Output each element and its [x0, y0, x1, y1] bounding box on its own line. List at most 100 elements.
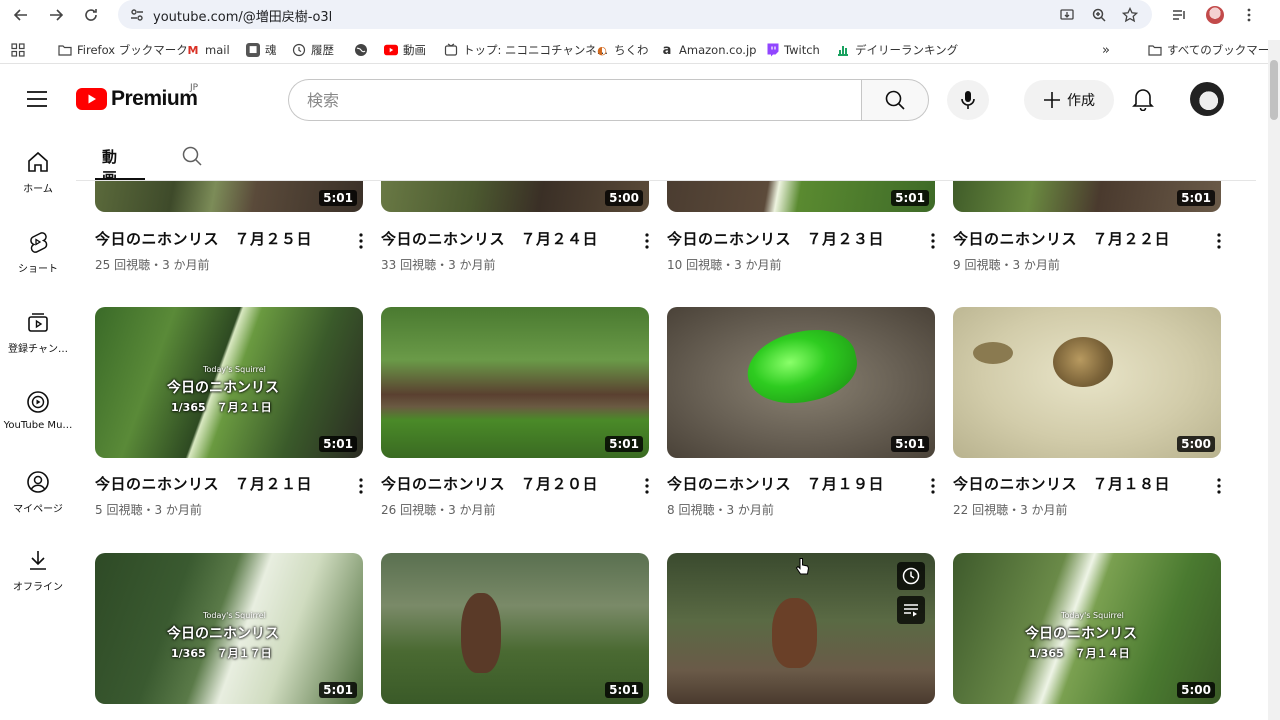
thumbnail-overlay-title: 今日のニホンリス [167, 380, 279, 396]
bookmark-label: 履歴 [311, 43, 334, 57]
bookmark-tamashii[interactable]: ■ 魂 [246, 41, 277, 59]
ranking-icon [836, 43, 850, 57]
video-title[interactable]: 今日のニホンリス ７月２４日 [381, 228, 598, 249]
youtube-premium-logo[interactable]: Premium [76, 87, 198, 111]
bookmark-label: 動画 [403, 43, 426, 57]
amazon-icon: a [662, 42, 672, 58]
video-menu-button[interactable] [351, 476, 371, 496]
video-duration: 5:00 [1177, 682, 1215, 698]
guide-menu-button[interactable] [26, 89, 48, 113]
video-duration: 5:01 [319, 190, 357, 206]
search-input[interactable] [289, 80, 862, 120]
video-thumbnail[interactable]: 5:00 [953, 307, 1221, 458]
voice-search-button[interactable] [947, 80, 989, 120]
video-thumbnail[interactable]: 5:01 [953, 181, 1221, 212]
all-bookmarks[interactable]: すべてのブックマーク [1148, 41, 1280, 59]
bookmark-amazon[interactable]: a Amazon.co.jp [660, 41, 757, 59]
bell-icon [1132, 89, 1154, 112]
bookmark-globe[interactable] [354, 41, 368, 59]
forward-button[interactable] [44, 3, 68, 27]
video-thumbnail[interactable]: 5:01 [381, 553, 649, 704]
video-menu-button[interactable] [923, 476, 943, 496]
profile-button[interactable] [1204, 4, 1226, 26]
create-button[interactable]: 作成 [1024, 80, 1114, 120]
thumbnail-overlay-subtitle: Today's Squirrel [1061, 611, 1124, 620]
more-vert-icon [645, 478, 649, 494]
bookmark-mail[interactable]: M mail [186, 41, 230, 59]
site-settings-icon[interactable] [129, 7, 145, 23]
browser-toolbar: youtube.com/@増田戻樹-o3l [0, 0, 1280, 30]
video-thumbnail[interactable]: 5:01 [95, 181, 363, 212]
page-scrollbar[interactable] [1268, 40, 1280, 720]
add-to-queue-button[interactable] [897, 596, 925, 624]
bookmark-firefox[interactable]: Firefox ブックマーク [58, 41, 188, 59]
youtube-header: Premium JP 作成 [0, 70, 1280, 130]
reload-button[interactable] [79, 3, 103, 27]
apps-button[interactable] [11, 41, 25, 59]
video-menu-button[interactable] [351, 231, 371, 251]
thumbnail-overlay-date: 1/365 ７月１７日 [171, 647, 272, 660]
bookmark-niconico[interactable]: トップ: ニコニコチャンネ… [444, 41, 608, 59]
video-title[interactable]: 今日のニホンリス ７月２５日 [95, 228, 312, 249]
video-thumbnail[interactable]: 5:00 [381, 181, 649, 212]
video-title[interactable]: 今日のニホンリス ７月２２日 [953, 228, 1170, 249]
video-grid: 5:01 今日のニホンリス ７月２５日 25 回視聴・3 か月前 5:00 今日… [0, 181, 1280, 720]
video-duration: 5:01 [891, 190, 929, 206]
browser-menu-button[interactable] [1238, 4, 1260, 26]
bookmark-history[interactable]: 履歴 [292, 41, 334, 59]
video-menu-button[interactable] [637, 231, 657, 251]
video-title[interactable]: 今日のニホンリス ７月２３日 [667, 228, 884, 249]
account-avatar[interactable] [1190, 82, 1224, 116]
video-thumbnail[interactable]: Today's Squirrel 今日のニホンリス 1/365 ７月１４日 5:… [953, 553, 1221, 704]
bookmark-star-button[interactable] [1119, 4, 1141, 26]
tab-search-button[interactable] [1168, 4, 1190, 26]
reading-list-icon [1173, 10, 1185, 20]
bookmark-ranking[interactable]: デイリーランキング [836, 41, 958, 59]
create-label: 作成 [1067, 93, 1095, 109]
url-text[interactable]: youtube.com/@増田戻樹-o3l [153, 6, 332, 25]
address-bar[interactable]: youtube.com/@増田戻樹-o3l [118, 0, 1152, 29]
install-app-button[interactable] [1056, 4, 1078, 26]
bookmark-twitch[interactable]: Twitch [765, 41, 820, 59]
video-title[interactable]: 今日のニホンリス ７月２０日 [381, 473, 598, 494]
video-duration: 5:01 [891, 436, 929, 452]
video-title[interactable]: 今日のニホンリス ７月２１日 [95, 473, 312, 494]
video-thumbnail[interactable]: 5:01 [667, 307, 935, 458]
video-menu-button[interactable] [1209, 231, 1229, 251]
back-button[interactable] [9, 3, 33, 27]
more-vert-icon [931, 233, 935, 249]
video-metadata: 9 回視聴・3 か月前 [953, 258, 1060, 272]
video-title[interactable]: 今日のニホンリス ７月１８日 [953, 473, 1170, 494]
bookmark-chikuwa[interactable]: ◐ ちくわ [595, 41, 648, 59]
scrollbar-thumb[interactable] [1270, 60, 1278, 120]
more-vert-icon [359, 233, 363, 249]
video-thumbnail[interactable]: Today's Squirrel 今日のニホンリス 1/365 ７月２１日 5:… [95, 307, 363, 458]
notifications-button[interactable] [1132, 87, 1154, 115]
search-button[interactable] [861, 79, 929, 121]
video-duration: 5:00 [605, 190, 643, 206]
logo-text: Premium [111, 87, 198, 110]
thumbnail-overlay-subtitle: Today's Squirrel [203, 365, 266, 374]
search-icon [885, 90, 905, 110]
video-title[interactable]: 今日のニホンリス ７月１９日 [667, 473, 884, 494]
video-duration: 5:01 [605, 682, 643, 698]
channel-search-button[interactable] [181, 145, 203, 171]
video-menu-button[interactable] [637, 476, 657, 496]
queue-icon [904, 604, 918, 617]
more-vert-icon [1217, 478, 1221, 494]
zoom-button[interactable] [1088, 4, 1110, 26]
video-thumbnail[interactable]: 5:01 [667, 181, 935, 212]
bookmark-douga[interactable]: 動画 [384, 41, 426, 59]
video-metadata: 5 回視聴・3 か月前 [95, 503, 202, 517]
watch-later-button[interactable] [897, 562, 925, 590]
more-bookmarks-button[interactable]: » [1102, 41, 1110, 59]
reload-icon [85, 9, 97, 21]
home-icon [28, 151, 48, 172]
video-menu-button[interactable] [923, 231, 943, 251]
video-duration: 5:01 [319, 682, 357, 698]
video-thumbnail[interactable]: Today's Squirrel 今日のニホンリス 1/365 ７月１７日 5:… [95, 553, 363, 704]
video-menu-button[interactable] [1209, 476, 1229, 496]
video-thumbnail[interactable]: 5:01 [381, 307, 649, 458]
bookmark-label: mail [205, 43, 230, 57]
microphone-icon [961, 91, 975, 109]
